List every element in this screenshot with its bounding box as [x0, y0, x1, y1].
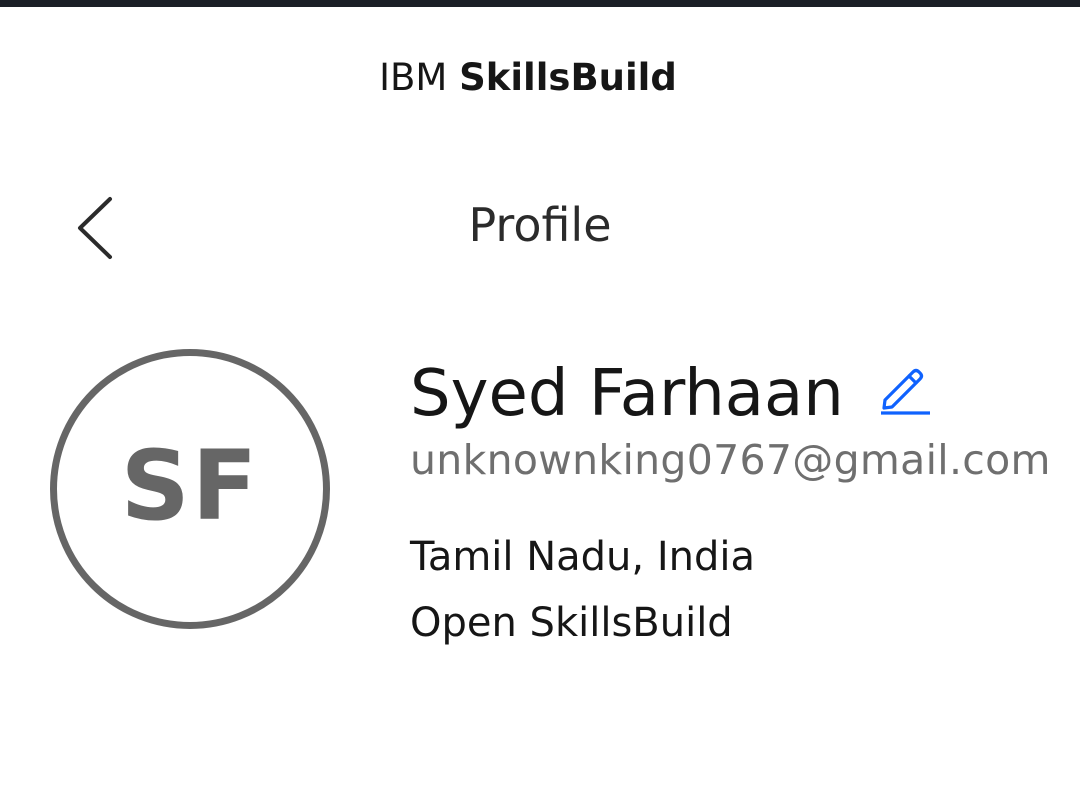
- brand-prefix: IBM: [379, 56, 448, 99]
- avatar-initials: SF: [120, 430, 260, 542]
- profile-email: unknownking0767@gmail.com: [410, 436, 1051, 484]
- pencil-icon: [880, 368, 930, 415]
- profile-name: Syed Farhaan: [410, 357, 844, 431]
- profile-info: Syed Farhaan unknownking0767@gmail.com T…: [410, 352, 1080, 646]
- app-brand: IBM SkillsBuild: [0, 56, 1056, 99]
- status-bar-edge: [0, 0, 1080, 7]
- edit-profile-button[interactable]: [876, 360, 932, 416]
- brand-name: SkillsBuild: [459, 56, 677, 99]
- profile-organization: Open SkillsBuild: [410, 600, 733, 646]
- page-title: Profile: [468, 198, 612, 252]
- name-row: Syed Farhaan: [410, 352, 1080, 436]
- profile-location: Tamil Nadu, India: [410, 534, 755, 580]
- avatar: SF: [50, 349, 330, 629]
